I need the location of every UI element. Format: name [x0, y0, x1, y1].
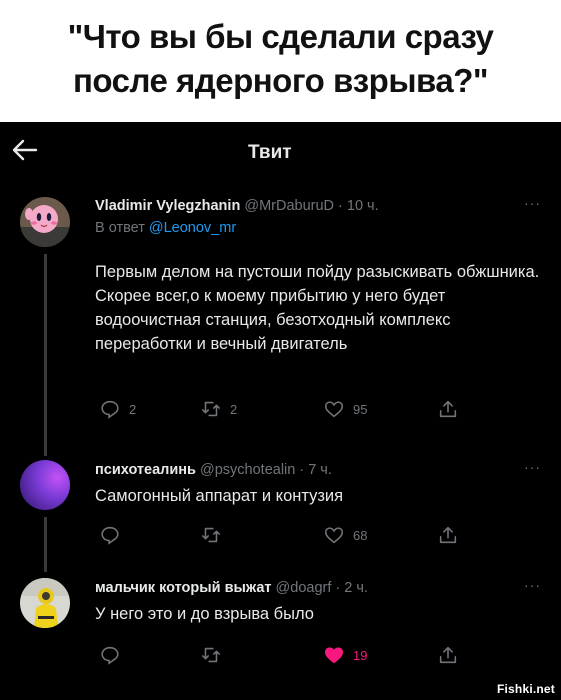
like-count: 68 — [353, 527, 368, 543]
share-icon — [439, 526, 457, 544]
author-handle[interactable]: @MrDaburuD — [244, 198, 334, 214]
page-title: Твит — [248, 142, 292, 163]
retweet-button[interactable]: 2 — [200, 396, 237, 422]
like-button[interactable]: 95 — [323, 396, 367, 422]
reply-prefix: В ответ — [95, 220, 145, 236]
retweet-count: 2 — [230, 401, 238, 417]
thread-line — [44, 446, 47, 456]
tweet-screen: Твит Vladimir Vylegzhanin @MrDaburuD · 1… — [0, 122, 561, 700]
avatar[interactable] — [20, 578, 70, 628]
like-count: 19 — [353, 647, 368, 663]
more-options-icon[interactable]: ··· — [524, 459, 541, 475]
avatar-gradient-image — [20, 460, 70, 510]
heart-icon — [324, 527, 344, 544]
retweet-icon — [201, 401, 221, 417]
reply-icon — [101, 400, 119, 419]
retweet-button[interactable] — [200, 522, 230, 548]
heart-icon — [324, 401, 344, 418]
reply-button[interactable] — [99, 642, 129, 668]
reply-button[interactable] — [99, 522, 129, 548]
thread-line — [44, 254, 47, 446]
like-count: 95 — [353, 401, 368, 417]
meme-caption: "Что вы бы сделали сразу после ядерного … — [0, 0, 561, 122]
heart-filled-icon — [324, 647, 344, 664]
tweet-header: Vladimir Vylegzhanin @MrDaburuD · 10 ч. — [95, 198, 379, 214]
avatar-kirby-image — [20, 197, 70, 247]
like-button[interactable]: 19 — [323, 642, 367, 668]
retweet-button[interactable] — [200, 642, 230, 668]
watermark: Fishki.net — [496, 682, 555, 696]
tweet-actions: 68 — [95, 522, 485, 548]
share-icon — [439, 400, 457, 418]
reply-icon — [101, 646, 119, 665]
caption-line-1: "Что вы бы сделали сразу — [67, 18, 494, 55]
arrow-left-icon[interactable] — [10, 136, 40, 164]
tweet-header: мальчик который выжат @doagrf · 2 ч. — [95, 580, 368, 596]
author-name[interactable]: мальчик который выжат — [95, 580, 272, 596]
tweet-text: Первым делом на пустоши пойду разыскиват… — [95, 263, 540, 353]
more-options-icon[interactable]: ··· — [524, 577, 541, 593]
author-name[interactable]: Vladimir Vylegzhanin — [95, 198, 240, 214]
tweet-time: · 10 ч. — [338, 198, 379, 214]
like-button[interactable]: 68 — [323, 522, 367, 548]
author-handle[interactable]: @psychotealin — [200, 462, 295, 478]
tweet-actions: 2 2 95 — [95, 396, 485, 422]
retweet-icon — [201, 647, 221, 663]
retweet-icon — [201, 527, 221, 543]
reply-to-link[interactable]: @Leonov_mr — [149, 220, 236, 236]
top-bar: Твит — [0, 122, 561, 182]
share-button[interactable] — [437, 522, 459, 548]
thread-line — [44, 517, 47, 572]
share-button[interactable] — [437, 642, 459, 668]
share-button[interactable] — [437, 396, 459, 422]
reply-button[interactable]: 2 — [99, 396, 136, 422]
reply-context: В ответ @Leonov_mr — [95, 220, 236, 236]
tweet-text: У него это и до взрыва было — [95, 605, 314, 623]
tweet-text: Самогонный аппарат и контузия — [95, 487, 344, 505]
more-options-icon[interactable]: ··· — [524, 195, 541, 211]
author-handle[interactable]: @doagrf — [276, 580, 332, 596]
reply-count: 2 — [129, 401, 137, 417]
tweet-actions: 19 — [95, 642, 485, 668]
share-icon — [439, 646, 457, 664]
tweet-header: психотеалинь @psychotealin · 7 ч. — [95, 462, 332, 478]
tweet-time: · 2 ч. — [335, 580, 368, 596]
tweet-time: · 7 ч. — [299, 462, 332, 478]
reply-icon — [101, 526, 119, 545]
avatar[interactable] — [20, 460, 70, 510]
caption-line-2: после ядерного взрыва?" — [72, 62, 489, 99]
author-name[interactable]: психотеалинь — [95, 462, 196, 478]
avatar-yellow-figure-image — [20, 578, 70, 628]
avatar[interactable] — [20, 197, 70, 247]
